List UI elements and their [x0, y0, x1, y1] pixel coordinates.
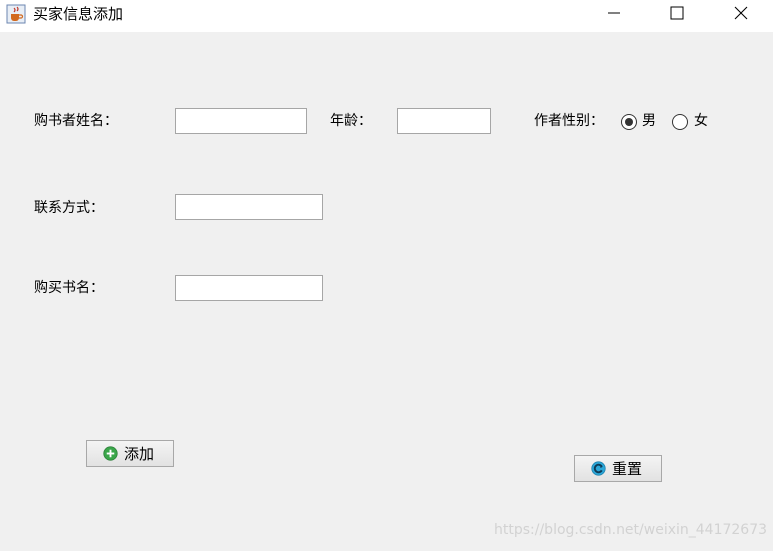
reset-button[interactable]: 重置	[574, 455, 662, 482]
age-input[interactable]	[397, 108, 491, 134]
contact-input[interactable]	[175, 194, 323, 220]
maximize-button[interactable]	[653, 0, 699, 28]
java-cup-icon	[6, 4, 26, 24]
radio-female-button[interactable]	[672, 114, 688, 130]
reset-icon	[591, 461, 606, 476]
maximize-icon	[670, 6, 684, 20]
add-button-label: 添加	[124, 445, 155, 463]
age-label: 年龄：	[330, 113, 372, 129]
gender-label: 作者性别：	[534, 113, 604, 129]
add-circle-icon	[103, 446, 118, 461]
radio-male-label: 男	[642, 113, 656, 129]
contact-label: 联系方式：	[34, 200, 104, 216]
watermark-text: https://blog.csdn.net/weixin_44172673	[494, 522, 768, 538]
close-icon	[734, 6, 748, 20]
buyer-name-label: 购书者姓名：	[34, 113, 118, 129]
minimize-icon	[608, 12, 620, 14]
add-button[interactable]: 添加	[86, 440, 174, 467]
radio-male-button[interactable]	[621, 114, 637, 130]
close-button[interactable]	[717, 0, 763, 28]
radio-female-label: 女	[694, 113, 708, 129]
book-name-input[interactable]	[175, 275, 323, 301]
reset-button-label: 重置	[612, 460, 643, 478]
buyer-name-input[interactable]	[175, 108, 307, 134]
window-title: 买家信息添加	[33, 5, 124, 23]
minimize-button[interactable]	[590, 0, 636, 28]
title-bar: 买家信息添加	[0, 0, 776, 32]
book-name-label: 购买书名：	[34, 280, 104, 296]
